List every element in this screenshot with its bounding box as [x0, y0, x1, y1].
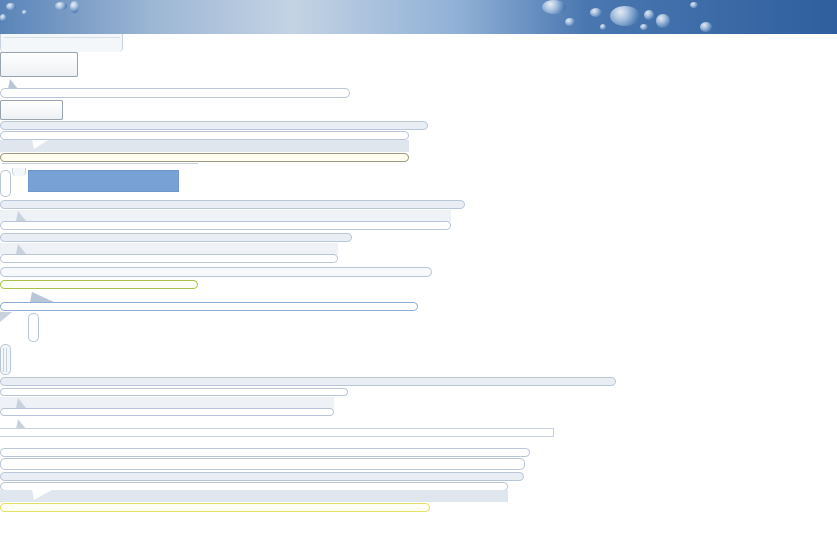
balloon-field[interactable]	[0, 88, 350, 98]
balloon-field[interactable]	[0, 302, 418, 311]
list-row[interactable]	[0, 377, 616, 386]
water-drop-icon	[656, 14, 670, 28]
balloon-tail	[0, 312, 12, 322]
balloon-tail	[32, 490, 52, 500]
water-drop-icon	[70, 1, 79, 13]
yellow-row[interactable]	[0, 503, 430, 512]
callout-panel	[0, 428, 554, 437]
list-row[interactable]	[0, 233, 352, 242]
water-drop-icon	[700, 22, 712, 32]
list-row[interactable]	[0, 388, 348, 396]
list-row[interactable]	[0, 254, 338, 263]
list-row[interactable]	[0, 200, 465, 209]
callout-underline	[2, 163, 198, 168]
list-row[interactable]	[0, 121, 428, 130]
water-drop-icon	[640, 24, 648, 30]
water-drop-icon	[22, 10, 27, 15]
water-drop-icon	[590, 8, 602, 17]
water-drop-icon	[610, 6, 640, 26]
large-button[interactable]	[0, 52, 78, 77]
list-row[interactable]	[0, 408, 334, 416]
balloon-tail	[16, 244, 26, 254]
vertical-handle[interactable]	[28, 313, 39, 342]
list-row[interactable]	[0, 458, 525, 470]
list-row[interactable]	[0, 221, 451, 230]
water-drop-icon	[0, 14, 6, 22]
balloon-tail	[16, 398, 26, 408]
header-banner	[0, 0, 837, 34]
scrollbar-thumb[interactable]	[3, 348, 7, 372]
list-row[interactable]	[0, 131, 409, 140]
balloon-tail	[30, 292, 54, 302]
water-drop-icon	[55, 2, 67, 10]
water-drop-icon	[542, 0, 566, 14]
tab-small[interactable]	[12, 168, 26, 176]
water-drop-icon	[690, 2, 698, 8]
tab-strip-underline	[4, 37, 120, 38]
water-drop-icon	[600, 24, 606, 30]
green-row[interactable]	[0, 280, 198, 289]
vertical-handle[interactable]	[0, 170, 11, 197]
balloon-tail	[32, 140, 48, 149]
water-drop-icon	[644, 10, 654, 20]
list-row[interactable]	[0, 448, 530, 457]
callout-panel	[0, 490, 508, 502]
small-button[interactable]	[0, 100, 63, 120]
balloon-tail	[16, 211, 26, 221]
callout-panel	[0, 140, 409, 152]
list-row[interactable]	[0, 472, 524, 481]
highlight-row[interactable]	[0, 153, 409, 162]
water-drop-icon	[565, 18, 575, 26]
selected-row[interactable]	[28, 170, 179, 192]
water-drop-icon	[6, 3, 16, 10]
list-row[interactable]	[0, 267, 432, 277]
